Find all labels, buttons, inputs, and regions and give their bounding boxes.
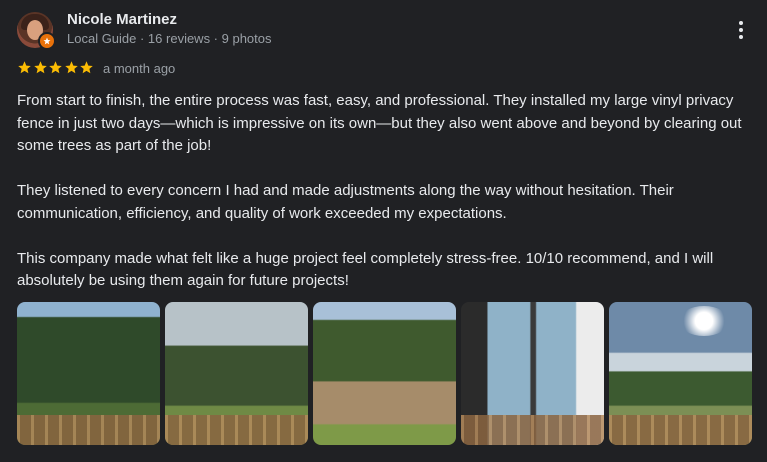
review-photo[interactable] <box>17 302 160 445</box>
local-guide-badge-icon <box>38 32 56 50</box>
star-icon <box>49 61 62 74</box>
review-card: Nicole Martinez Local Guide · 16 reviews… <box>0 0 767 462</box>
review-photos <box>17 302 752 445</box>
review-photo[interactable] <box>609 302 752 445</box>
star-icon <box>64 61 78 74</box>
reviewer-name[interactable]: Nicole Martinez <box>67 11 177 28</box>
review-date: a month ago <box>103 61 176 76</box>
review-text: From start to finish, the entire process… <box>17 90 757 315</box>
review-photo[interactable] <box>313 302 456 445</box>
more-vert-icon[interactable] <box>732 18 750 42</box>
review-paragraph: This company made what felt like a huge … <box>17 249 714 290</box>
reviewer-meta: Local Guide · 16 reviews · 9 photos <box>67 31 272 46</box>
review-photo[interactable] <box>165 302 308 445</box>
star-icon <box>33 61 47 74</box>
star-rating <box>17 60 95 75</box>
star-icon <box>18 61 31 74</box>
review-photo[interactable] <box>461 302 604 445</box>
star-icon <box>80 61 93 74</box>
review-paragraph: From start to finish, the entire process… <box>17 92 742 154</box>
review-paragraph: They listened to every concern I had and… <box>17 182 674 222</box>
